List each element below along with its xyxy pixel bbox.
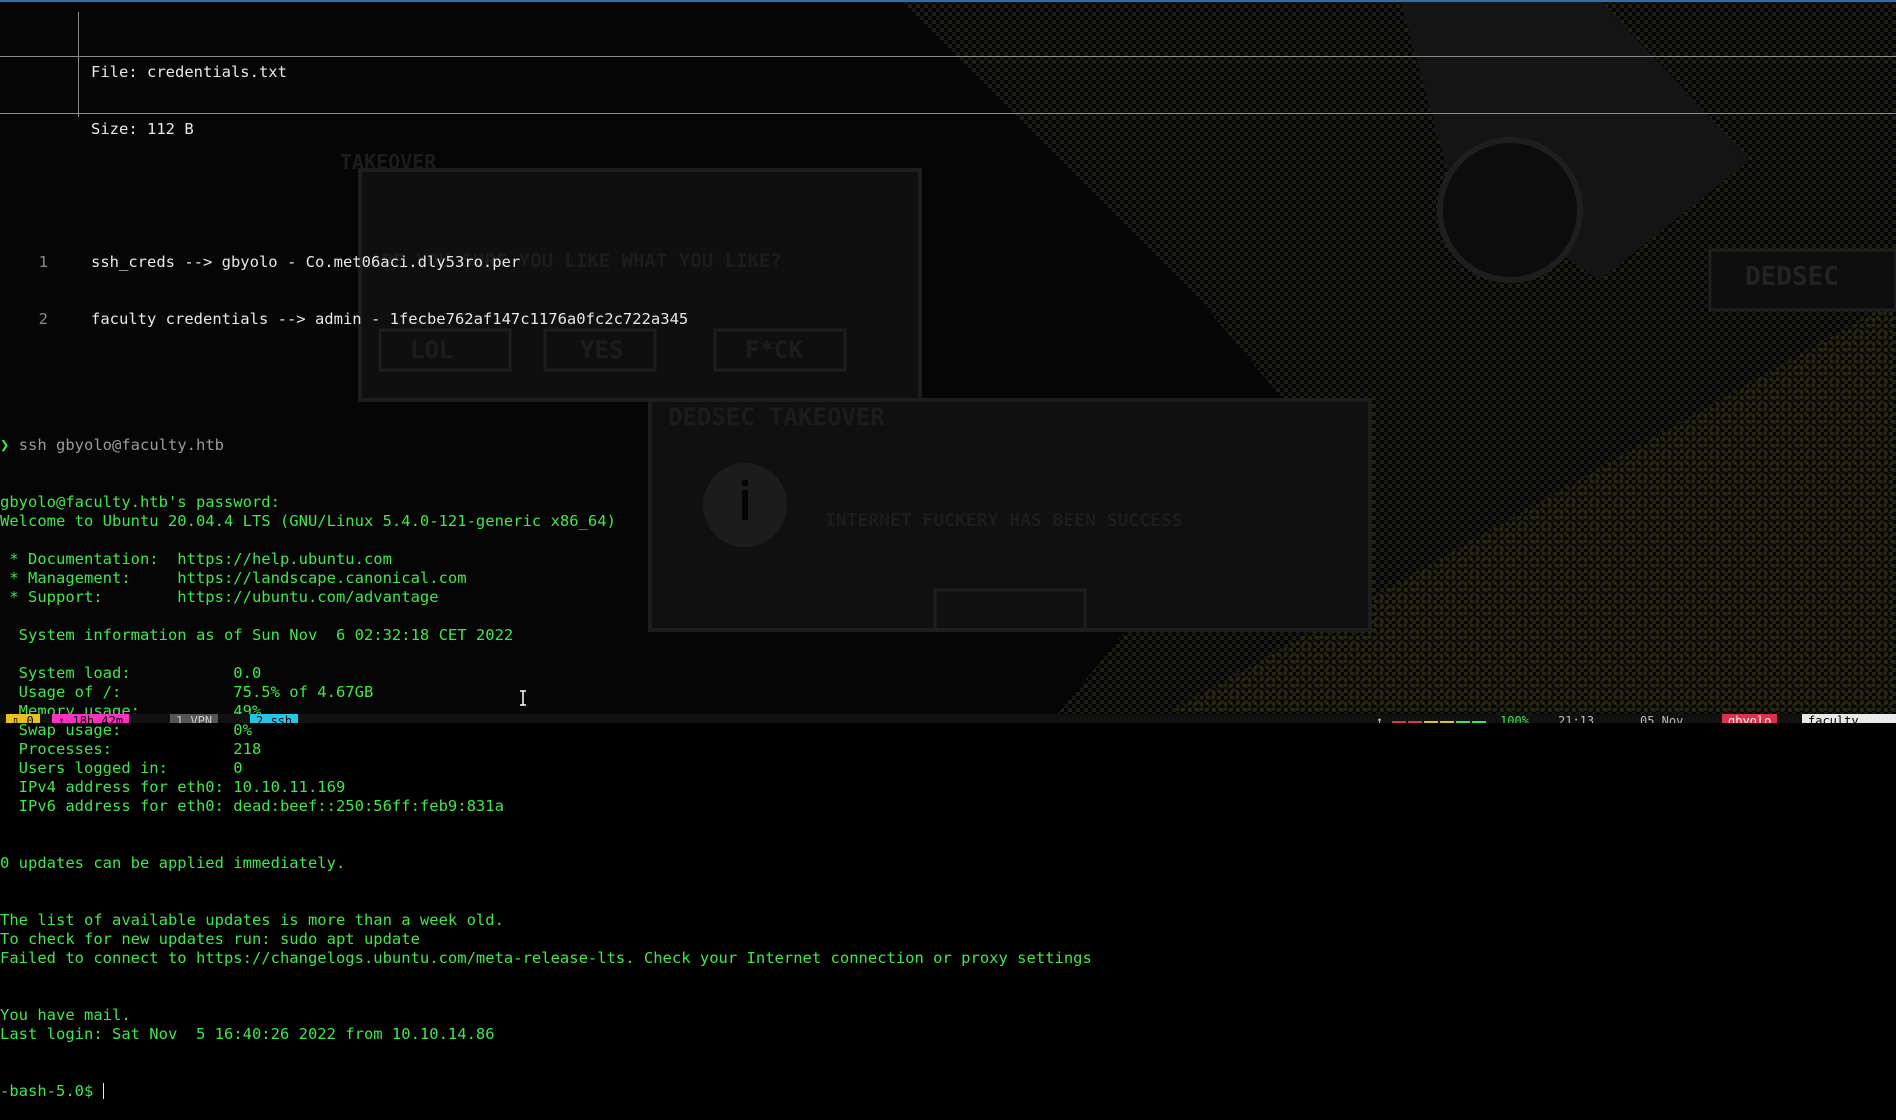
session-line: Last login: Sat Nov 5 16:40:26 2022 from…	[0, 1025, 495, 1043]
session-line: 0 updates can be applied immediately.	[0, 854, 346, 872]
tab-window-2[interactable]: 2 ssh	[250, 714, 299, 723]
line-number: 2	[38, 310, 48, 328]
session-line: To check for new updates run: sudo apt u…	[0, 930, 420, 948]
terminal-output[interactable]: File: credentials.txt Size: 112 B 1 ssh_c…	[0, 6, 1896, 1100]
battery-bar	[1392, 716, 1492, 723]
session-line	[0, 968, 1896, 987]
status-uptime: ↑ 18h 42m	[52, 714, 130, 723]
session-icon: ▯	[12, 714, 20, 723]
battery-percent: 100%	[1500, 714, 1529, 723]
line-number: 1	[38, 253, 48, 271]
session-line: * Support: https://ubuntu.com/advantage	[0, 588, 439, 606]
bash-prompt: -bash-5.0$	[0, 1082, 103, 1100]
uptime-icon: ↑	[58, 714, 66, 723]
status-user: gbyolo	[1722, 714, 1778, 723]
line-text: ssh_creds --> gbyolo - Co.met06aci.dly53…	[91, 253, 521, 271]
bash-prompt-line[interactable]: -bash-5.0$	[0, 1082, 1896, 1101]
session-line: Welcome to Ubuntu 20.04.4 LTS (GNU/Linux…	[0, 512, 616, 530]
session-line	[0, 645, 1896, 664]
session-line: System information as of Sun Nov 6 02:32…	[0, 626, 514, 644]
window-top-border	[0, 0, 1896, 2]
session-line	[0, 892, 1896, 911]
ibeam-cursor-icon	[520, 690, 526, 706]
session-line: Usage of /: 75.5% of 4.67GB	[0, 683, 374, 701]
file-header-name: File: credentials.txt	[91, 63, 287, 81]
battery-icon: ↑	[1376, 714, 1384, 723]
file-footer-separator	[0, 113, 1896, 114]
prompt-symbol: ❯	[0, 436, 10, 454]
session-line: IPv4 address for eth0: 10.10.11.169	[0, 778, 346, 796]
session-line: gbyolo@faculty.htb's password:	[0, 493, 280, 511]
session-line: Processes: 218	[0, 740, 262, 758]
session-line	[0, 873, 1896, 892]
session-line	[0, 607, 1896, 626]
session-line: The list of available updates is more th…	[0, 911, 504, 929]
line-text: faculty credentials --> admin - 1fecbe76…	[91, 310, 689, 328]
ssh-command-line: ❯ ssh gbyolo@faculty.htb	[0, 436, 1896, 455]
session-line: System load: 0.0	[0, 664, 262, 682]
session-line: Failed to connect to https://changelogs.…	[0, 949, 1092, 967]
session-line	[0, 816, 1896, 835]
status-session[interactable]: ▯ 0	[6, 714, 40, 723]
file-header-size: Size: 112 B	[91, 120, 194, 138]
ssh-command: ssh gbyolo@faculty.htb	[18, 436, 224, 454]
status-time: 21:13	[1558, 714, 1595, 723]
session-line: IPv6 address for eth0: dead:beef::250:56…	[0, 797, 504, 815]
text-cursor	[102, 1083, 104, 1099]
session-line: You have mail.	[0, 1006, 131, 1024]
status-date: 05 Nov	[1640, 714, 1684, 723]
file-line: 1 ssh_creds --> gbyolo - Co.met06aci.dly5…	[0, 253, 1896, 272]
session-line: * Documentation: https://help.ubuntu.com	[0, 550, 392, 568]
session-line: Users logged in: 0	[0, 759, 243, 777]
session-line: * Management: https://landscape.canonica…	[0, 569, 467, 587]
tab-window-1[interactable]: 1 VPN	[170, 714, 219, 723]
status-host: faculty	[1802, 714, 1896, 723]
tmux-status-bar: ▯ 0 ↑ 18h 42m 1 VPN 2 ssh ↑ 100% 21:13 0…	[0, 714, 1896, 723]
file-line: 2 faculty credentials --> admin - 1fecbe7…	[0, 310, 1896, 329]
session-output: gbyolo@faculty.htb's password: Welcome to…	[0, 493, 1896, 1044]
session-line	[0, 987, 1896, 1006]
session-line: Swap usage: 0%	[0, 721, 252, 739]
session-line	[0, 531, 1896, 550]
session-line	[0, 835, 1896, 854]
file-header-separator	[0, 56, 1896, 57]
